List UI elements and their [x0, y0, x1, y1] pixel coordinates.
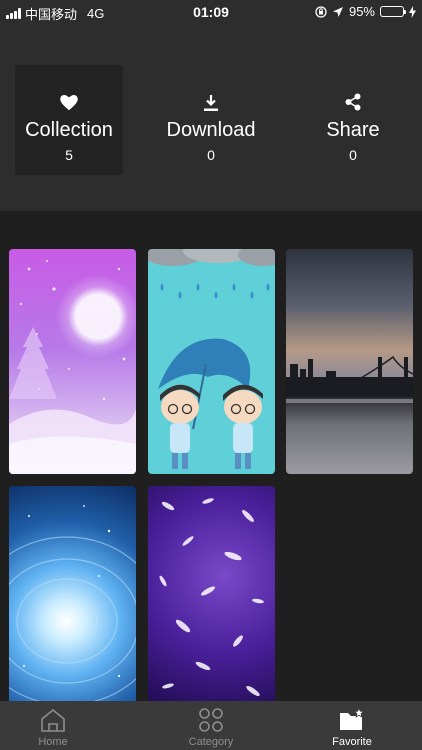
download-label: Download — [166, 119, 256, 141]
wallpaper-thumbnail-cartoon-umbrella[interactable] — [148, 249, 275, 474]
tab-home[interactable]: Home — [0, 701, 123, 750]
battery-percent: 95% — [348, 4, 375, 19]
wallpaper-thumbnail-purple-feathers[interactable] — [148, 486, 275, 701]
status-bar: 中国移动 4G 01:09 95% — [0, 0, 422, 24]
tab-favorite-label: Favorite — [332, 736, 372, 748]
favorites-header: Collection 5 Download 0 Share 0 — [0, 24, 422, 211]
purple-moon-art — [9, 260, 136, 474]
share-icon — [345, 93, 361, 111]
cartoon-umbrella-art — [148, 249, 275, 469]
wallpaper-thumbnail-blue-galaxy[interactable] — [9, 486, 136, 701]
wallpaper-thumbnail-purple-moon[interactable] — [9, 249, 136, 474]
collection-count: 5 — [65, 147, 73, 163]
charging-bolt-icon — [409, 5, 416, 18]
tab-home-label: Home — [38, 736, 68, 748]
purple-feathers-art — [159, 498, 264, 697]
wallpaper-thumbnail-bridge-sunset[interactable] — [286, 249, 413, 474]
bridge-sunset-art — [286, 355, 413, 403]
blue-galaxy-art — [9, 505, 136, 701]
favorite-folder-icon — [340, 708, 365, 730]
share-label: Share — [326, 119, 380, 141]
location-arrow-icon — [332, 6, 343, 17]
favorite-wallpaper-grid — [0, 211, 422, 701]
tab-category[interactable]: Category — [141, 701, 281, 750]
download-count: 0 — [207, 147, 215, 163]
tab-category-label: Category — [188, 736, 234, 748]
collection-label: Collection — [25, 119, 113, 141]
category-icon — [199, 708, 223, 732]
bottom-tab-bar: Home Category Favorite — [0, 701, 422, 750]
heart-icon — [60, 95, 78, 111]
battery-icon — [380, 6, 406, 17]
share-stat-button[interactable]: Share 0 — [299, 65, 407, 175]
rotation-lock-icon — [315, 5, 327, 18]
download-stat-button[interactable]: Download 0 — [157, 65, 265, 175]
download-icon — [204, 95, 218, 111]
tab-favorite[interactable]: Favorite — [282, 701, 422, 750]
share-count: 0 — [349, 147, 357, 163]
collection-stat-button[interactable]: Collection 5 — [15, 65, 123, 175]
home-icon — [41, 709, 65, 732]
